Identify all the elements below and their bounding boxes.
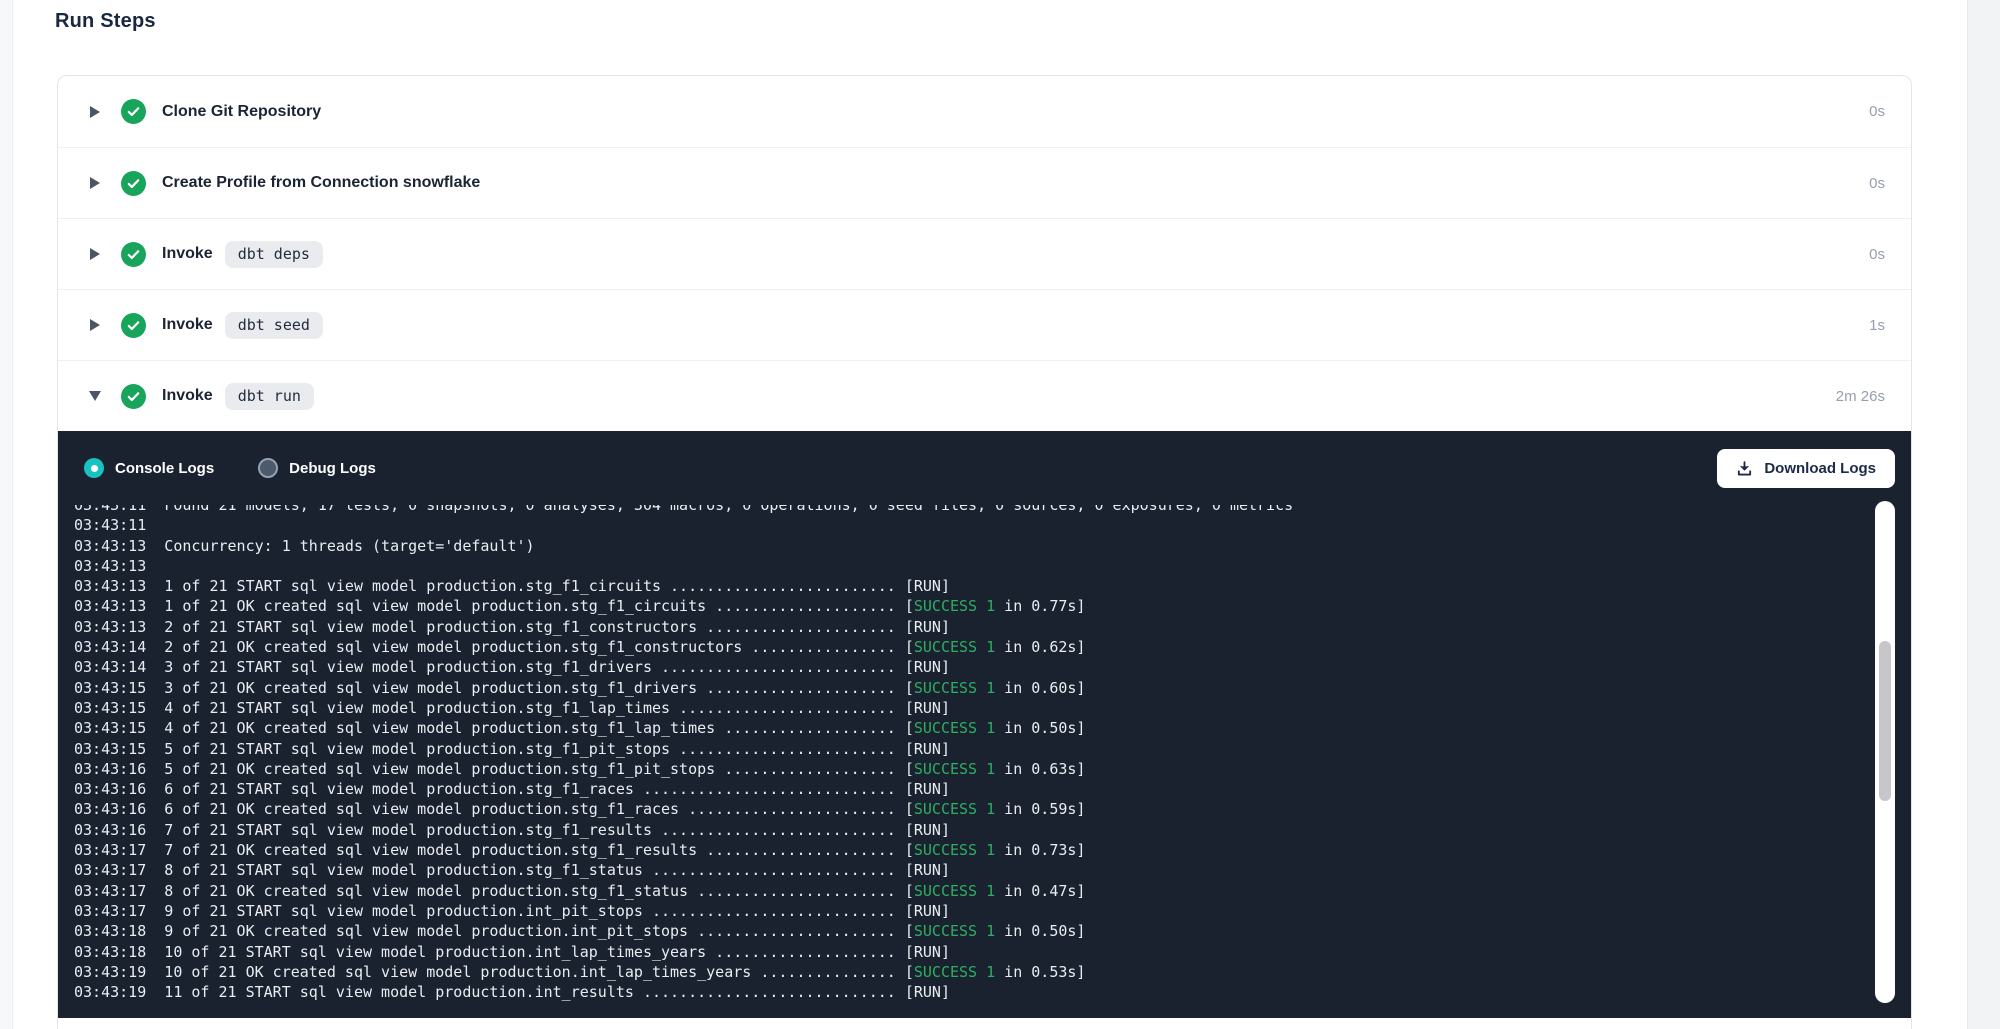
success-check-icon <box>121 384 146 409</box>
command-pill: dbt seed <box>225 312 323 339</box>
log-line: 03:43:18 10 of 21 START sql view model p… <box>74 942 1911 962</box>
log-line: 03:43:19 10 of 21 OK created sql view mo… <box>74 962 1911 982</box>
caret-shape <box>90 177 100 189</box>
log-line: 03:43:11 Found 21 models, 17 tests, 0 sn… <box>74 505 1911 515</box>
chevron-down-icon[interactable] <box>86 391 104 401</box>
download-logs-label: Download Logs <box>1764 460 1876 477</box>
tab-debug-logs-label: Debug Logs <box>289 460 376 477</box>
steps-list: Clone Git Repository0sCreate Profile fro… <box>58 76 1911 431</box>
step-row-clone-git-repository[interactable]: Clone Git Repository 0s <box>58 76 1911 147</box>
log-line: 03:43:17 9 of 21 START sql view model pr… <box>74 901 1911 921</box>
log-panel: Console Logs Debug Logs Download Logs 03… <box>58 431 1911 1018</box>
run-steps-card: Clone Git Repository0sCreate Profile fro… <box>57 75 1912 1029</box>
log-line: 03:43:15 4 of 21 OK created sql view mod… <box>74 718 1911 738</box>
log-line: 03:43:15 4 of 21 START sql view model pr… <box>74 698 1911 718</box>
download-icon <box>1736 460 1753 477</box>
command-pill: dbt deps <box>225 241 323 268</box>
success-check-icon <box>121 171 146 196</box>
step-title: Invoke <box>162 387 213 405</box>
log-scrollbar-track[interactable] <box>1875 501 1895 1003</box>
log-line: 03:43:19 11 of 21 START sql view model p… <box>74 982 1911 1002</box>
log-line: 03:43:14 2 of 21 OK created sql view mod… <box>74 637 1911 657</box>
caret-shape <box>90 106 100 118</box>
chevron-right-icon[interactable] <box>86 106 104 118</box>
tab-console-logs[interactable]: Console Logs <box>84 458 214 478</box>
chevron-right-icon[interactable] <box>86 319 104 331</box>
log-line: 03:43:18 9 of 21 OK created sql view mod… <box>74 921 1911 941</box>
log-line: 03:43:13 2 of 21 START sql view model pr… <box>74 617 1911 637</box>
log-line: 03:43:11 <box>74 515 1911 535</box>
success-check-icon <box>121 313 146 338</box>
radio-unselected-icon[interactable] <box>258 458 278 478</box>
log-line: 03:43:14 3 of 21 START sql view model pr… <box>74 657 1911 677</box>
log-line: 03:43:13 Concurrency: 1 threads (target=… <box>74 536 1911 556</box>
tab-debug-logs[interactable]: Debug Logs <box>258 458 376 478</box>
log-line: 03:43:13 1 of 21 OK created sql view mod… <box>74 596 1911 616</box>
page-right-gutter <box>1967 0 2000 1029</box>
log-line: 03:43:16 5 of 21 OK created sql view mod… <box>74 759 1911 779</box>
log-line: 03:43:16 6 of 21 START sql view model pr… <box>74 779 1911 799</box>
log-line: 03:43:17 8 of 21 OK created sql view mod… <box>74 881 1911 901</box>
log-toolbar: Console Logs Debug Logs Download Logs <box>58 431 1911 505</box>
step-duration: 2m 26s <box>1836 388 1885 405</box>
log-line: 03:43:17 7 of 21 OK created sql view mod… <box>74 840 1911 860</box>
step-row-dbt-run[interactable]: Invoke dbt run 2m 26s <box>58 360 1911 431</box>
step-title: Clone Git Repository <box>162 103 321 121</box>
command-pill: dbt run <box>225 383 314 410</box>
step-duration: 0s <box>1869 246 1885 263</box>
radio-dot <box>91 465 98 472</box>
chevron-right-icon[interactable] <box>86 248 104 260</box>
log-line: 03:43:13 1 of 21 START sql view model pr… <box>74 576 1911 596</box>
radio-selected-icon[interactable] <box>84 458 104 478</box>
step-title: Create Profile from Connection snowflake <box>162 174 480 192</box>
page-title: Run Steps <box>55 10 156 33</box>
step-title: Invoke <box>162 245 213 263</box>
tab-console-logs-label: Console Logs <box>115 460 214 477</box>
step-row-dbt-seed[interactable]: Invoke dbt seed 1s <box>58 289 1911 360</box>
step-duration: 0s <box>1869 175 1885 192</box>
step-title: Invoke <box>162 316 213 334</box>
log-line: 03:43:16 6 of 21 OK created sql view mod… <box>74 799 1911 819</box>
page-left-gutter <box>0 0 13 1029</box>
success-check-icon <box>121 99 146 124</box>
log-line: 03:43:17 8 of 21 START sql view model pr… <box>74 860 1911 880</box>
step-duration: 0s <box>1869 103 1885 120</box>
caret-shape <box>90 248 100 260</box>
log-line: 03:43:13 <box>74 556 1911 576</box>
log-line: 03:43:15 5 of 21 START sql view model pr… <box>74 739 1911 759</box>
chevron-right-icon[interactable] <box>86 177 104 189</box>
log-line: 03:43:16 7 of 21 START sql view model pr… <box>74 820 1911 840</box>
success-check-icon <box>121 242 146 267</box>
caret-shape <box>89 391 101 401</box>
console-log-output[interactable]: 03:43:11 Found 21 models, 17 tests, 0 sn… <box>58 505 1911 1018</box>
log-lines: 03:43:11 Found 21 models, 17 tests, 0 sn… <box>74 505 1911 1002</box>
download-logs-button[interactable]: Download Logs <box>1717 449 1895 488</box>
step-row-dbt-deps[interactable]: Invoke dbt deps 0s <box>58 218 1911 289</box>
log-scrollbar-thumb[interactable] <box>1879 641 1891 801</box>
step-duration: 1s <box>1869 317 1885 334</box>
step-row-create-profile-from-connection-snowflake[interactable]: Create Profile from Connection snowflake… <box>58 147 1911 218</box>
caret-shape <box>90 319 100 331</box>
log-line: 03:43:15 3 of 21 OK created sql view mod… <box>74 678 1911 698</box>
